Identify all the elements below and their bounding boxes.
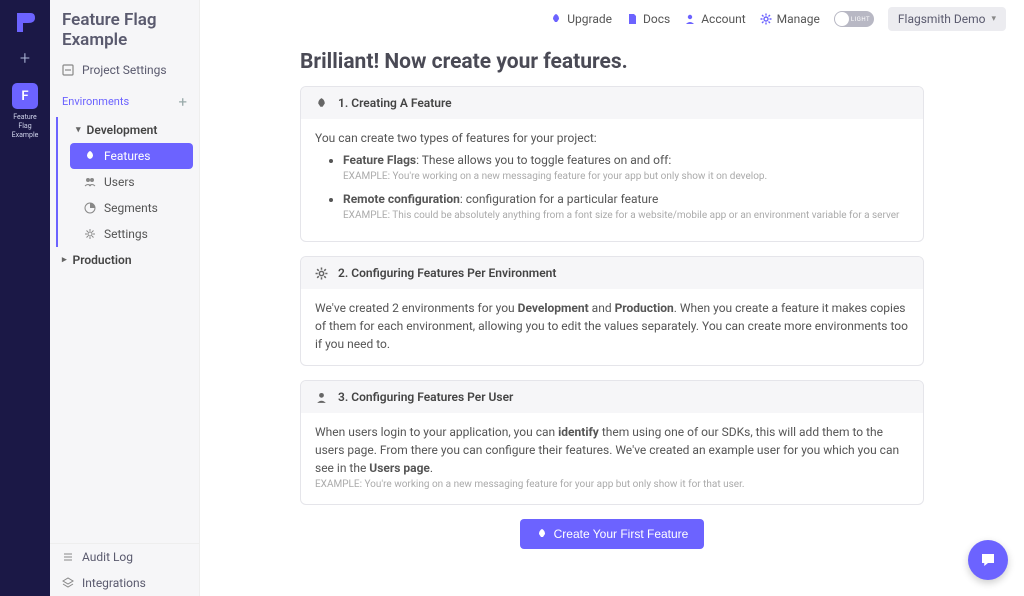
sidebar-project-settings[interactable]: Project Settings: [50, 57, 199, 83]
label: Features: [104, 149, 150, 163]
label: Production: [73, 253, 132, 267]
chevron-down-icon: ▾: [991, 14, 996, 24]
label: Users: [104, 175, 135, 189]
theme-label: LIGHT: [851, 16, 870, 23]
sidebar-bottom: Audit Log Integrations: [50, 543, 199, 596]
card-body: When users login to your application, yo…: [301, 413, 923, 504]
gear-icon: [315, 267, 328, 280]
docs-link[interactable]: Docs: [626, 12, 670, 26]
user-icon: [684, 13, 696, 25]
label: Remote configuration: [343, 192, 460, 206]
rocket-icon: [315, 97, 328, 110]
label: Audit Log: [82, 550, 133, 564]
project-label: Feature Flag Example: [6, 113, 44, 140]
nav-features[interactable]: Features: [70, 143, 193, 169]
chat-icon: [979, 551, 997, 569]
nav-audit-log[interactable]: Audit Log: [50, 544, 199, 570]
main-content: Brilliant! Now create your features. 1. …: [200, 38, 1024, 596]
card-per-user: 3. Configuring Features Per User When us…: [300, 380, 924, 505]
chat-fab[interactable]: [968, 540, 1008, 580]
environments-header: Environments +: [50, 83, 199, 117]
label: Development: [87, 123, 158, 137]
card-header: 1. Creating A Feature: [301, 87, 923, 119]
card-per-environment: 2. Configuring Features Per Environment …: [300, 256, 924, 366]
app-rail: + F Feature Flag Example: [0, 0, 50, 596]
user-icon: [315, 391, 328, 404]
project-settings-icon: [62, 64, 74, 76]
label: Manage: [777, 12, 820, 26]
label: Settings: [104, 227, 148, 241]
bullet-feature-flags: Feature Flags: These allows you to toggl…: [343, 151, 909, 184]
label: Docs: [643, 12, 670, 26]
label: Project Settings: [82, 63, 167, 77]
manage-link[interactable]: Manage: [760, 12, 820, 26]
cta-row: Create Your First Feature: [300, 519, 924, 549]
chevron-right-icon: ▸: [62, 255, 67, 265]
card-title: 1. Creating A Feature: [338, 96, 452, 110]
nav-settings[interactable]: Settings: [58, 221, 199, 247]
env-development[interactable]: ▾ Development: [58, 117, 199, 143]
gear-icon: [84, 228, 96, 240]
project-badge: F: [12, 83, 38, 109]
toggle-knob: [835, 12, 849, 26]
users-icon: [84, 176, 96, 188]
card-header: 2. Configuring Features Per Environment: [301, 257, 923, 289]
env-production[interactable]: ▸ Production: [50, 247, 199, 273]
label: Environments: [62, 95, 129, 108]
label: Upgrade: [567, 12, 612, 26]
nav-users[interactable]: Users: [58, 169, 199, 195]
card-body: You can create two types of features for…: [301, 119, 923, 241]
account-link[interactable]: Account: [684, 12, 745, 26]
add-environment-button[interactable]: +: [178, 93, 187, 111]
pie-icon: [84, 202, 96, 214]
card-header: 3. Configuring Features Per User: [301, 381, 923, 413]
card-title: 3. Configuring Features Per User: [338, 390, 513, 404]
example-text: EXAMPLE: You're working on a new messagi…: [343, 169, 909, 184]
rest: : These allows you to toggle features on…: [416, 153, 671, 167]
upgrade-link[interactable]: Upgrade: [550, 12, 612, 26]
gear-icon: [760, 13, 772, 25]
add-project-button[interactable]: +: [20, 48, 30, 69]
theme-toggle[interactable]: LIGHT: [834, 11, 874, 27]
org-name: Flagsmith Demo: [898, 12, 986, 26]
rail-project[interactable]: F Feature Flag Example: [6, 83, 44, 140]
list-icon: [62, 551, 74, 563]
label: Create Your First Feature: [554, 527, 689, 541]
label: Account: [701, 12, 745, 26]
nav-integrations[interactable]: Integrations: [50, 570, 199, 596]
layers-icon: [62, 577, 74, 589]
create-first-feature-button[interactable]: Create Your First Feature: [520, 519, 705, 549]
label: Feature Flags: [343, 153, 416, 167]
nav-segments[interactable]: Segments: [58, 195, 199, 221]
sidebar-title: Feature Flag Example: [50, 0, 199, 57]
example-text: EXAMPLE: You're working on a new messagi…: [315, 477, 909, 492]
intro-text: You can create two types of features for…: [315, 129, 909, 147]
file-icon: [626, 13, 638, 25]
card-creating-feature: 1. Creating A Feature You can create two…: [300, 86, 924, 242]
chevron-down-icon: ▾: [76, 125, 81, 135]
rocket-icon: [536, 528, 548, 540]
env-tree: ▾ Development Features Users Segments Se…: [50, 117, 199, 543]
rest: : configuration for a particular feature: [460, 192, 659, 206]
rocket-icon: [550, 13, 562, 25]
bullet-remote-config: Remote configuration: configuration for …: [343, 190, 909, 223]
card-title: 2. Configuring Features Per Environment: [338, 266, 556, 280]
topbar: Upgrade Docs Account Manage LIGHT Flagsm…: [200, 0, 1024, 38]
env-active-indent: ▾ Development Features Users Segments Se…: [56, 117, 199, 247]
page-heading: Brilliant! Now create your features.: [300, 50, 924, 74]
label: Segments: [104, 201, 158, 215]
org-switcher[interactable]: Flagsmith Demo ▾: [888, 7, 1006, 31]
card-body: We've created 2 environments for you Dev…: [301, 289, 923, 365]
label: Integrations: [82, 576, 146, 590]
rocket-icon: [84, 150, 96, 162]
sidebar: Feature Flag Example Project Settings En…: [50, 0, 200, 596]
logo-icon: [13, 10, 37, 34]
example-text: EXAMPLE: This could be absolutely anythi…: [343, 208, 909, 223]
